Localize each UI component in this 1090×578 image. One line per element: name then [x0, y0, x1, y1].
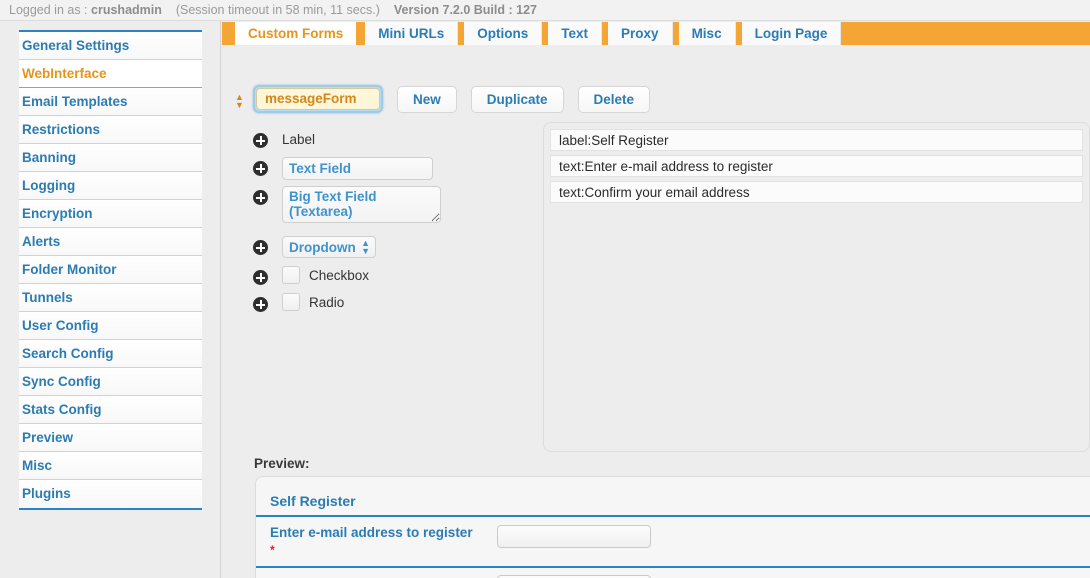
sidebar-item-folder-monitor[interactable]: Folder Monitor: [19, 256, 202, 284]
version-text: Version 7.2.0 Build : 127: [393, 3, 537, 17]
palette-row-checkbox: Checkbox: [253, 266, 543, 285]
preview-field-label-text: Enter e-mail address to register: [270, 525, 473, 540]
palette-row-label: Label: [253, 129, 543, 151]
sidebar-item-restrictions[interactable]: Restrictions: [19, 116, 202, 144]
sidebar-item-plugins[interactable]: Plugins: [19, 480, 202, 508]
palette-dropdown-wrapper: Dropdown ▲ ▼: [282, 236, 376, 258]
form-select-wrapper: messageForm: [253, 85, 383, 113]
sidebar-item-alerts[interactable]: Alerts: [19, 228, 202, 256]
sidebar: General Settings WebInterface Email Templa…: [0, 21, 221, 578]
palette-label-text: Label: [282, 132, 316, 147]
palette-radio-label: Radio: [309, 294, 345, 310]
palette-widget-radio: Radio: [282, 293, 344, 311]
tab-misc[interactable]: Misc: [675, 22, 736, 45]
forms-toolbar: messageForm ▲ ▼ New Duplicate Delete: [235, 85, 651, 113]
main-content: Custom Forms Mini URLs Options Text Proxy Mis…: [222, 21, 1090, 578]
element-palette: Label Dropdown▲▼ Checkbox Radio: [253, 129, 543, 318]
sidebar-item-stats-config[interactable]: Stats Config: [19, 396, 202, 424]
tab-login-page[interactable]: Login Page: [738, 22, 842, 45]
sidebar-item-user-config[interactable]: User Config: [19, 312, 202, 340]
status-bar: Logged in as : crushadmin (Session timeo…: [0, 0, 1090, 21]
sidebar-item-encryption[interactable]: Encryption: [19, 200, 202, 228]
palette-row-text: [253, 157, 543, 180]
form-element-item[interactable]: text:Confirm your email address: [550, 181, 1083, 203]
sidebar-item-webinterface[interactable]: WebInterface: [19, 60, 202, 88]
add-label-icon[interactable]: [253, 133, 268, 148]
form-element-item[interactable]: text:Enter e-mail address to register: [550, 155, 1083, 177]
palette-checkbox-label: Checkbox: [309, 267, 370, 283]
palette-text-field[interactable]: [282, 157, 433, 180]
palette-widget-textarea: [282, 186, 441, 226]
sidebar-item-tunnels[interactable]: Tunnels: [19, 284, 202, 312]
add-select-icon[interactable]: [253, 240, 268, 255]
palette-widget-checkbox: Checkbox: [282, 266, 369, 284]
palette-widget-select: Dropdown ▲ ▼: [282, 236, 376, 258]
sidebar-item-email-templates[interactable]: Email Templates: [19, 88, 202, 116]
palette-row-textarea: [253, 186, 543, 226]
palette-widget-text: [282, 157, 433, 180]
sidebar-item-misc[interactable]: Misc: [19, 452, 202, 480]
sidebar-item-banning[interactable]: Banning: [19, 144, 202, 172]
form-element-list[interactable]: label:Self Register text:Enter e-mail add…: [543, 122, 1090, 452]
preview-field-row: Enter e-mail address to register *: [256, 517, 1090, 568]
tab-proxy[interactable]: Proxy: [605, 22, 673, 45]
duplicate-button[interactable]: Duplicate: [470, 85, 564, 113]
custom-forms-panel: messageForm ▲ ▼ New Duplicate Delete Labe…: [222, 45, 1090, 578]
sidebar-item-search-config[interactable]: Search Config: [19, 340, 202, 368]
palette-row-select: Dropdown ▲ ▼: [253, 236, 543, 258]
new-button[interactable]: New: [397, 85, 457, 113]
add-radio-icon[interactable]: [253, 297, 268, 312]
preview-heading: Preview:: [254, 456, 310, 471]
palette-row-radio: Radio: [253, 293, 543, 312]
delete-button[interactable]: Delete: [577, 85, 651, 113]
tab-strip: Custom Forms Mini URLs Options Text Proxy Mis…: [222, 21, 1090, 45]
form-select[interactable]: messageForm: [256, 88, 380, 110]
add-checkbox-icon[interactable]: [253, 270, 268, 285]
palette-widget-label: Label: [282, 129, 315, 151]
sidebar-item-sync-config[interactable]: Sync Config: [19, 368, 202, 396]
tab-list: Custom Forms Mini URLs Options Text Proxy Mis…: [232, 22, 844, 45]
preview-required-marker: *: [270, 543, 275, 557]
tab-custom-forms[interactable]: Custom Forms: [232, 22, 360, 45]
tab-options[interactable]: Options: [461, 22, 543, 45]
add-text-icon[interactable]: [253, 161, 268, 176]
preview-fields: Enter e-mail address to register * Confirm…: [256, 517, 1090, 578]
preview-field-row: Confirm your email address*: [256, 568, 1090, 578]
palette-checkbox-box[interactable]: [282, 266, 300, 284]
preview-form-title: Self Register: [256, 485, 1090, 517]
palette-radio-box[interactable]: [282, 293, 300, 311]
sidebar-menu: General Settings WebInterface Email Templa…: [19, 30, 202, 510]
tab-text[interactable]: Text: [545, 22, 603, 45]
sidebar-item-logging[interactable]: Logging: [19, 172, 202, 200]
form-element-item[interactable]: label:Self Register: [550, 129, 1083, 151]
logged-in-prefix: Logged in as :: [9, 3, 88, 17]
tab-mini-urls[interactable]: Mini URLs: [362, 22, 459, 45]
sidebar-item-general-settings[interactable]: General Settings: [19, 32, 202, 60]
add-textarea-icon[interactable]: [253, 190, 268, 205]
form-preview: Self Register Enter e-mail address to re…: [255, 476, 1090, 578]
preview-field-label: Enter e-mail address to register *: [270, 524, 497, 559]
palette-dropdown[interactable]: Dropdown: [282, 236, 376, 258]
session-timeout: (Session timeout in 58 min, 11 secs.): [175, 3, 380, 17]
form-select-arrows-icon: ▲ ▼: [235, 91, 244, 110]
sidebar-item-preview[interactable]: Preview: [19, 424, 202, 452]
logged-in-username: crushadmin: [91, 3, 162, 17]
preview-field-input[interactable]: [497, 525, 651, 548]
palette-textarea-field[interactable]: [282, 186, 441, 223]
